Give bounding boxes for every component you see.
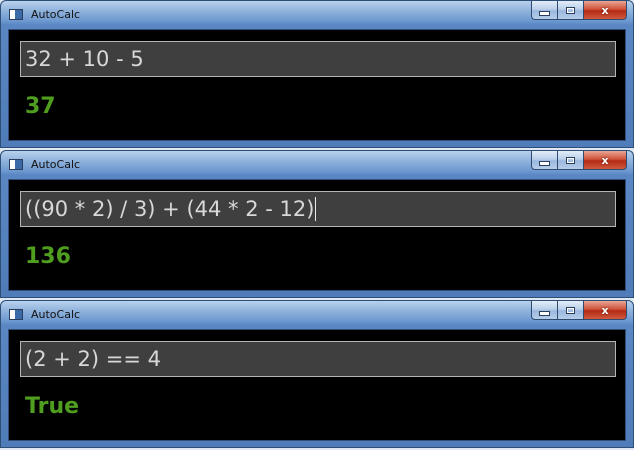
expression-input[interactable]: (2 + 2) == 4 [20, 341, 616, 377]
minimize-button[interactable] [531, 301, 557, 320]
caption-buttons: x [531, 1, 627, 20]
window-title: AutoCalc [31, 8, 81, 21]
desktop: AutoCalc x 32 + 10 - 5 37 AutoCalc x ((9… [0, 0, 634, 450]
expression-text: 32 + 10 - 5 [25, 47, 144, 71]
minimize-icon [539, 10, 550, 16]
maximize-button[interactable] [557, 301, 583, 320]
minimize-button[interactable] [531, 151, 557, 170]
title-bar[interactable]: AutoCalc x [1, 151, 633, 178]
close-icon: x [601, 3, 609, 17]
app-window-icon[interactable] [9, 159, 23, 170]
client-area: 32 + 10 - 5 37 [8, 29, 626, 141]
minimize-icon [539, 160, 550, 166]
window-title: AutoCalc [31, 158, 81, 171]
autocalc-window-3: AutoCalc x (2 + 2) == 4 True [0, 300, 634, 448]
result-value: 136 [25, 244, 71, 269]
result-value: 37 [25, 94, 56, 119]
caption-buttons: x [531, 301, 627, 320]
maximize-icon [566, 6, 575, 14]
maximize-icon [566, 156, 575, 164]
app-window-icon[interactable] [9, 9, 23, 20]
minimize-icon [539, 310, 550, 316]
maximize-icon [566, 306, 575, 314]
close-icon: x [601, 153, 609, 167]
caption-buttons: x [531, 151, 627, 170]
autocalc-window-2: AutoCalc x ((90 * 2) / 3) + (44 * 2 - 12… [0, 150, 634, 298]
window-title: AutoCalc [31, 308, 81, 321]
client-area: ((90 * 2) / 3) + (44 * 2 - 12) 136 [8, 179, 626, 291]
close-button[interactable]: x [583, 1, 627, 20]
title-bar[interactable]: AutoCalc x [1, 301, 633, 328]
expression-input[interactable]: 32 + 10 - 5 [20, 41, 616, 77]
expression-text: (2 + 2) == 4 [25, 347, 161, 371]
text-caret [315, 196, 317, 221]
client-area: (2 + 2) == 4 True [8, 329, 626, 441]
minimize-button[interactable] [531, 1, 557, 20]
result-value: True [25, 394, 80, 419]
title-bar[interactable]: AutoCalc x [1, 1, 633, 28]
close-button[interactable]: x [583, 301, 627, 320]
expression-input[interactable]: ((90 * 2) / 3) + (44 * 2 - 12) [20, 191, 616, 227]
app-window-icon[interactable] [9, 309, 23, 320]
expression-text: ((90 * 2) / 3) + (44 * 2 - 12) [25, 197, 315, 221]
maximize-button[interactable] [557, 151, 583, 170]
maximize-button[interactable] [557, 1, 583, 20]
close-icon: x [601, 303, 609, 317]
autocalc-window-1: AutoCalc x 32 + 10 - 5 37 [0, 0, 634, 148]
close-button[interactable]: x [583, 151, 627, 170]
